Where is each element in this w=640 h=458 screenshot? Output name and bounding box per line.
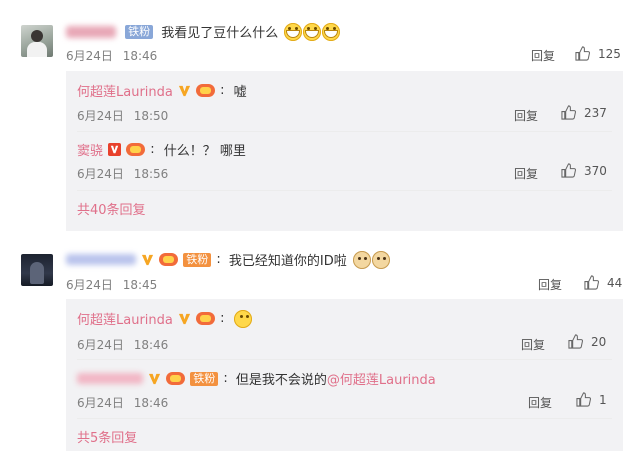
- avatar-body: [27, 42, 47, 57]
- like-button[interactable]: 370: [561, 163, 607, 178]
- comment-time: 18:46: [122, 49, 158, 63]
- divider: [77, 418, 612, 419]
- comment-text: 我已经知道你的ID啦: [228, 254, 347, 269]
- blurred-username[interactable]: [66, 25, 116, 38]
- grin-emoji: [303, 22, 322, 41]
- reply-time: 18:50: [133, 109, 169, 123]
- reply-date: 6月24日: [77, 167, 124, 181]
- comment-2-header: 铁粉 : 我已经知道你的ID啦: [66, 249, 390, 269]
- reply-button[interactable]: 回复: [528, 394, 552, 411]
- comment-2-timestamp: 6月24日 18:45: [66, 276, 157, 293]
- reply-username[interactable]: 何超莲Laurinda: [77, 313, 173, 328]
- grin-emoji: [284, 22, 303, 41]
- reply-button[interactable]: 回复: [514, 107, 538, 124]
- reply-text: 嘘: [233, 85, 247, 100]
- thinking-emoji: [233, 309, 252, 328]
- vip-level-icon: [159, 253, 179, 266]
- vip-level-icon: [166, 372, 186, 385]
- comment-1-header: 铁粉 我看见了豆什么什么: [66, 21, 341, 41]
- reply-date: 6月24日: [77, 338, 124, 352]
- like-count: 44: [607, 275, 623, 290]
- comment-text: 我看见了豆什么什么: [161, 26, 279, 41]
- like-button[interactable]: 1: [576, 392, 607, 407]
- vip-level-icon: [126, 143, 146, 156]
- reply-2-1: 何超莲Laurinda :: [77, 308, 252, 328]
- blurred-username[interactable]: [77, 373, 143, 384]
- reply-time: 18:46: [133, 338, 169, 352]
- reply-button[interactable]: 回复: [521, 336, 545, 353]
- like-button[interactable]: 44: [584, 275, 622, 290]
- reply-button[interactable]: 回复: [531, 47, 555, 64]
- comment-date: 6月24日: [66, 49, 113, 63]
- reply-1-2: 窦骁 : 什么！？ 哪里: [77, 142, 246, 159]
- avatar-body: [30, 262, 44, 284]
- vip-level-icon: [196, 312, 216, 325]
- doge-emoji: [352, 250, 371, 269]
- comment-time: 18:45: [122, 278, 158, 292]
- fan-badge: 铁粉: [183, 252, 212, 267]
- reply-timestamp: 6月24日 18:46: [77, 394, 168, 411]
- like-count: 125: [598, 46, 621, 61]
- reply-timestamp: 6月24日 18:50: [77, 107, 168, 124]
- reply-text: 但是我不会说的: [235, 373, 327, 388]
- comment-date: 6月24日: [66, 278, 113, 292]
- thumbs-up-icon: [575, 46, 590, 61]
- verified-v-icon: [178, 85, 191, 97]
- blurred-username[interactable]: [66, 254, 136, 265]
- fan-badge: 铁粉: [125, 24, 154, 39]
- thumbs-up-icon: [561, 105, 576, 120]
- like-count: 237: [584, 105, 607, 120]
- reply-text: 什么！？ 哪里: [163, 144, 246, 159]
- reply-username[interactable]: 窦骁: [77, 144, 103, 159]
- reply-1-1: 何超莲Laurinda : 嘘: [77, 83, 247, 100]
- verified-v-icon: [108, 143, 122, 156]
- thumbs-up-icon: [568, 334, 583, 349]
- reply-date: 6月24日: [77, 109, 124, 123]
- like-button[interactable]: 237: [561, 105, 607, 120]
- grin-emoji: [322, 22, 341, 41]
- divider: [77, 190, 612, 191]
- reply-time: 18:56: [133, 167, 169, 181]
- avatar-head: [31, 30, 43, 42]
- reply-2-2: 铁粉 : 但是我不会说的@何超莲Laurinda: [77, 368, 436, 388]
- verified-v-icon: [149, 373, 161, 385]
- comment-1-timestamp: 6月24日 18:46: [66, 47, 157, 64]
- reply-button[interactable]: 回复: [514, 165, 538, 182]
- like-count: 1: [599, 392, 607, 407]
- reply-timestamp: 6月24日 18:46: [77, 336, 168, 353]
- thumbs-up-icon: [584, 275, 599, 290]
- reply-button[interactable]: 回复: [538, 276, 562, 293]
- verified-v-icon: [178, 313, 191, 325]
- reply-time: 18:46: [133, 396, 169, 410]
- reply-date: 6月24日: [77, 396, 124, 410]
- avatar[interactable]: [21, 254, 53, 286]
- more-replies-link[interactable]: 共5条回复: [77, 427, 137, 446]
- divider: [77, 359, 612, 360]
- vip-level-icon: [196, 84, 216, 97]
- reply-timestamp: 6月24日 18:56: [77, 165, 168, 182]
- like-count: 370: [584, 163, 607, 178]
- thumbs-up-icon: [561, 163, 576, 178]
- more-replies-link[interactable]: 共40条回复: [77, 199, 146, 218]
- divider: [77, 131, 612, 132]
- like-button[interactable]: 20: [568, 334, 606, 349]
- fan-badge: 铁粉: [190, 371, 219, 386]
- doge-emoji: [371, 250, 390, 269]
- avatar[interactable]: [21, 25, 53, 57]
- reply-username[interactable]: 何超莲Laurinda: [77, 85, 173, 100]
- like-button[interactable]: 125: [575, 46, 621, 61]
- thumbs-up-icon: [576, 392, 591, 407]
- mention-link[interactable]: @何超莲Laurinda: [327, 373, 436, 388]
- like-count: 20: [591, 334, 607, 349]
- verified-v-icon: [142, 254, 154, 266]
